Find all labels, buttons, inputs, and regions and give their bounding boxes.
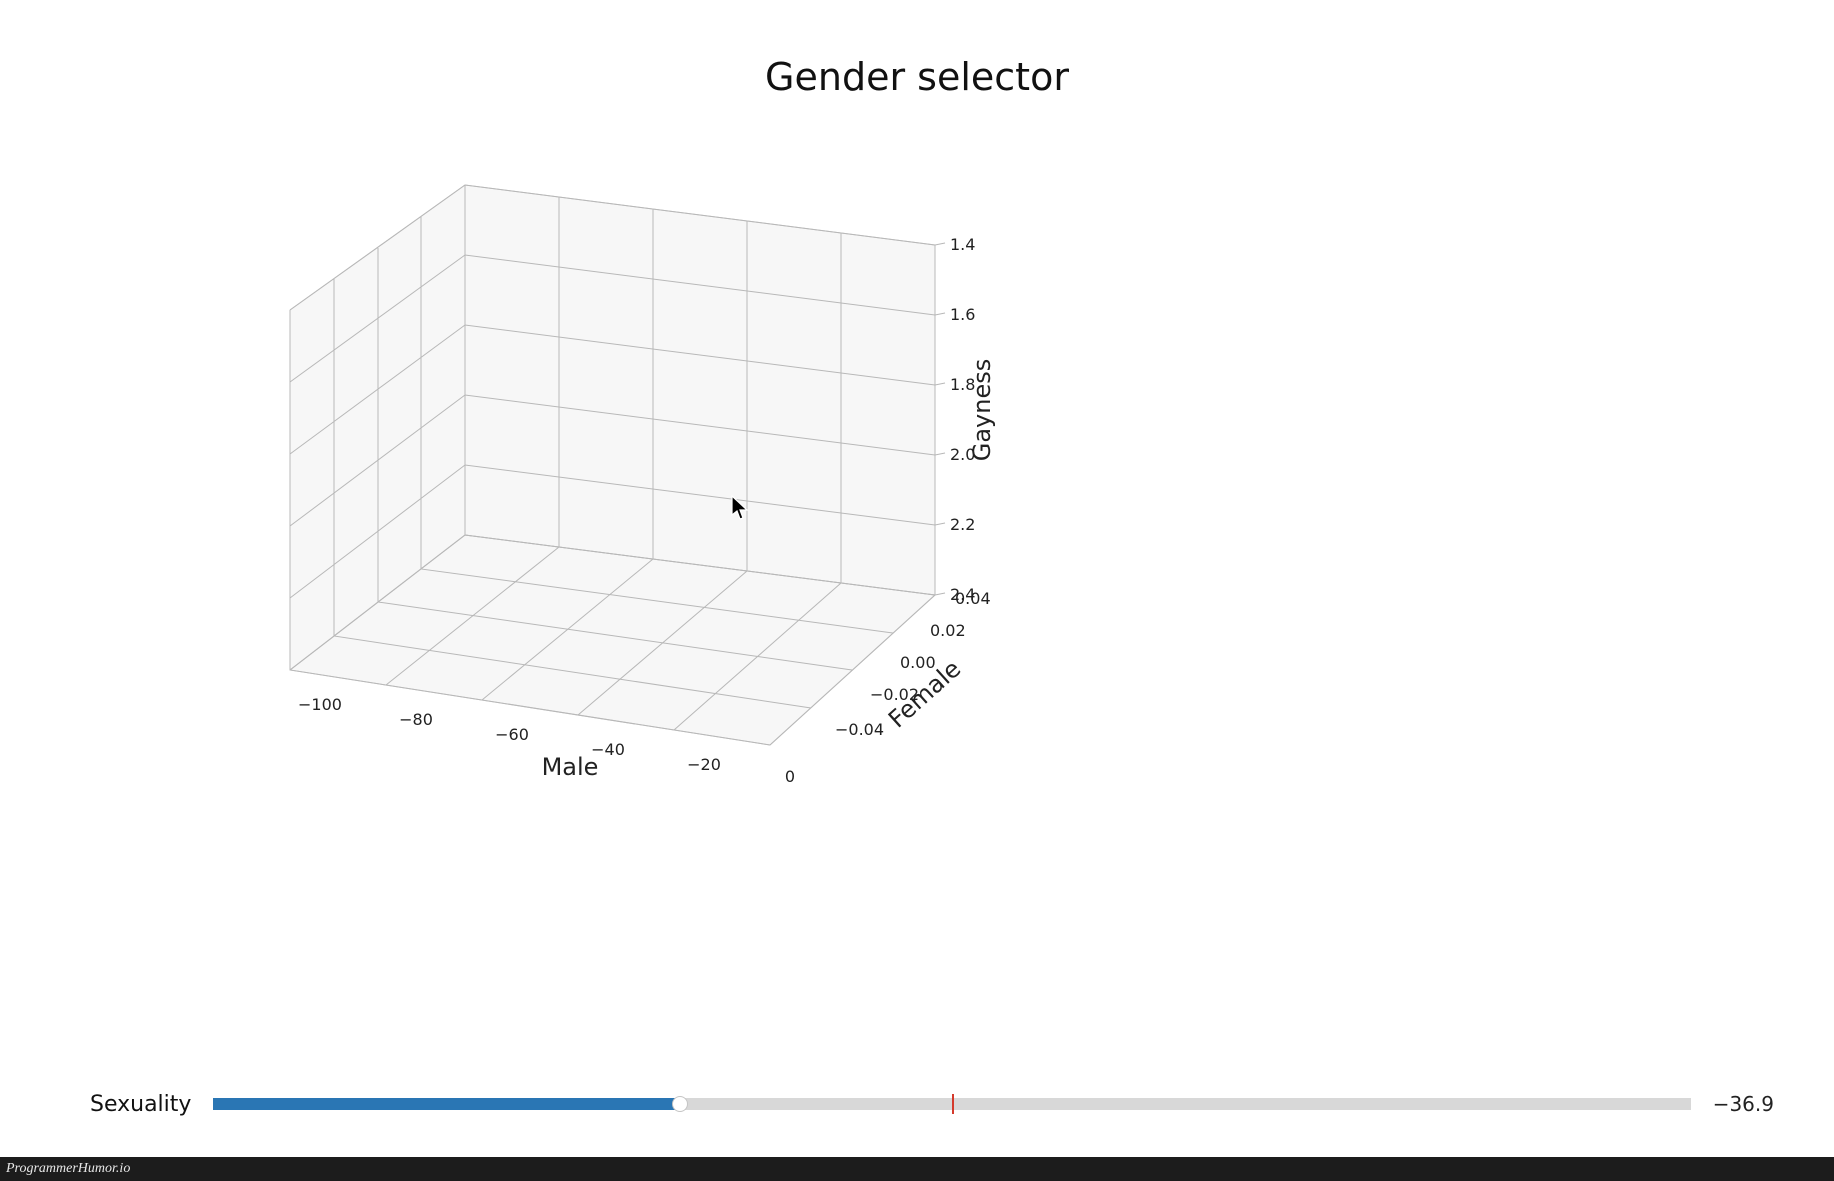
panel-back-wall <box>465 185 935 595</box>
x-tick: −100 <box>298 695 342 714</box>
x-tick: −80 <box>399 710 433 729</box>
x-tick: −60 <box>495 725 529 744</box>
x-axis-label: Male <box>542 753 599 781</box>
z-tick: 1.4 <box>950 235 975 254</box>
watermark-text: ProgrammerHumor.io <box>0 1161 130 1176</box>
slider-value: −36.9 <box>1713 1092 1774 1116</box>
slider-label: Sexuality <box>90 1092 191 1117</box>
chart-title: Gender selector <box>0 55 1834 99</box>
y-tick: 0.04 <box>955 589 991 608</box>
x-tick: −20 <box>687 755 721 774</box>
z-axis-label: Gayness <box>968 359 996 462</box>
z-tick: 1.6 <box>950 305 975 324</box>
slider-handle[interactable] <box>672 1096 688 1112</box>
slider-fill <box>213 1098 679 1110</box>
sexuality-slider-row: Sexuality −36.9 <box>90 1089 1774 1119</box>
sexuality-slider[interactable] <box>213 1098 1690 1110</box>
slider-center-mark <box>952 1094 954 1114</box>
z-tick: 2.2 <box>950 515 975 534</box>
plot-3d[interactable]: 1.4 1.6 1.8 2.0 2.2 2.4 Gayness −0.04 −0… <box>290 170 990 790</box>
y-tick: 0.02 <box>930 621 966 640</box>
x-tick: 0 <box>785 767 795 786</box>
z-tickmarks <box>935 243 945 595</box>
y-tick: −0.04 <box>835 720 884 739</box>
watermark-bar: ProgrammerHumor.io <box>0 1157 1834 1181</box>
